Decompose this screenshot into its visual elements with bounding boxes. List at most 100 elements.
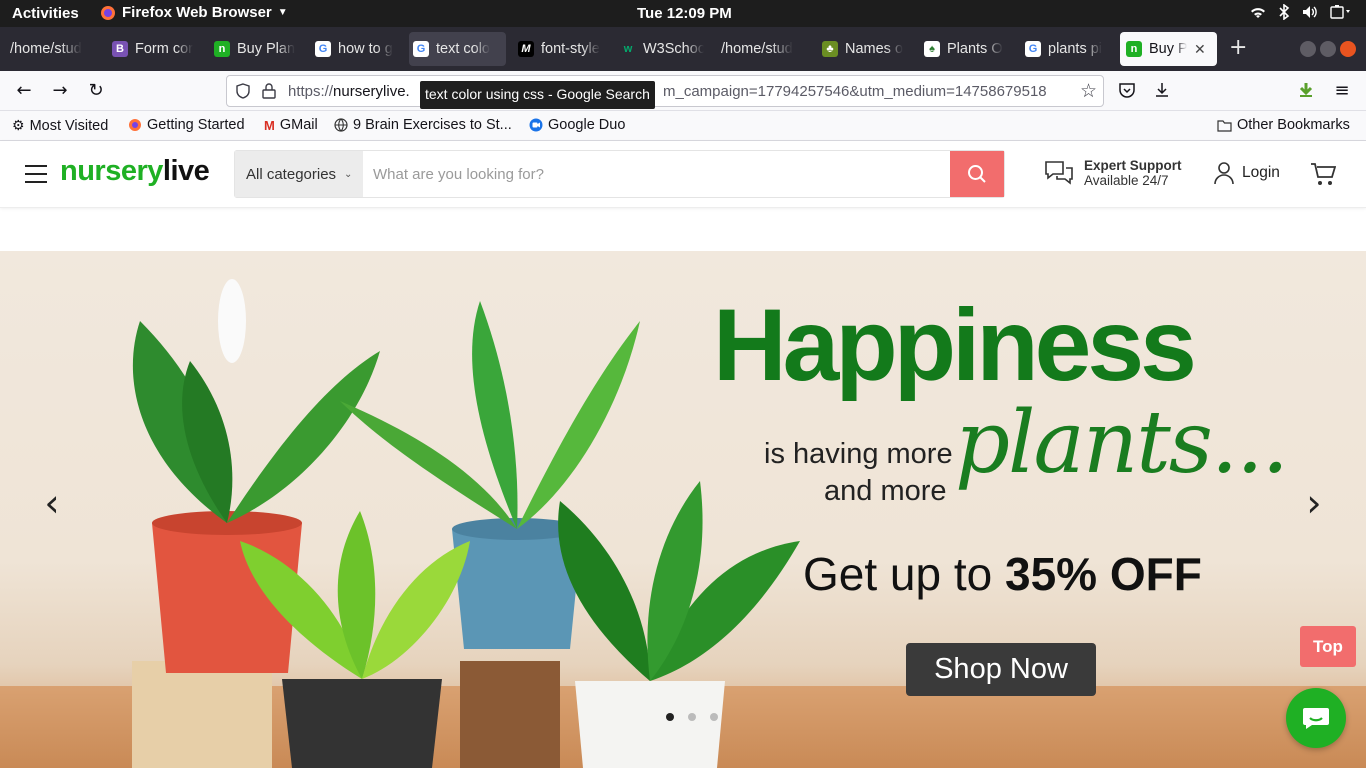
maximize-button[interactable]: [1320, 41, 1336, 57]
carousel-dot-active[interactable]: [666, 713, 674, 721]
duo-icon: [529, 118, 543, 132]
system-top-bar: Activities Firefox Web Browser ▼ Tue 12:…: [0, 0, 1366, 27]
category-select[interactable]: All categories ⌄: [235, 151, 363, 197]
category-label: All categories: [246, 165, 337, 183]
reload-icon[interactable]: ↻: [86, 81, 106, 101]
tab[interactable]: w W3Schoo: [616, 32, 704, 66]
close-window-button[interactable]: [1340, 41, 1356, 57]
tab[interactable]: ♠ Plants O: [920, 32, 1008, 66]
downloads-icon[interactable]: [1152, 81, 1172, 101]
carousel-dot[interactable]: [688, 713, 696, 721]
new-tab-button[interactable]: +: [1229, 37, 1247, 59]
bookmark-label: Getting Started: [147, 117, 245, 133]
back-arrow-icon[interactable]: ←: [14, 81, 34, 101]
cart-icon: [1311, 163, 1337, 185]
login-label: Login: [1242, 164, 1280, 181]
google-icon: G: [1025, 41, 1041, 57]
tab-label: font-style: [541, 41, 600, 57]
bookmark-label: GMail: [279, 117, 318, 133]
tab[interactable]: M font-style: [514, 32, 604, 66]
tab[interactable]: G how to g: [311, 32, 399, 66]
system-tray[interactable]: [1250, 4, 1352, 20]
pocket-icon[interactable]: [1117, 81, 1137, 101]
wifi-icon: [1251, 8, 1265, 18]
user-icon: [1214, 162, 1234, 185]
nurserylive-icon: n: [1126, 41, 1142, 57]
chat-bubbles-icon: [1045, 161, 1073, 185]
app-menu[interactable]: Firefox Web Browser ▼: [100, 4, 288, 21]
url-host: nurserylive.: [333, 83, 410, 100]
bookmark-item[interactable]: M GMail: [264, 117, 318, 133]
search-input[interactable]: [363, 151, 950, 197]
bookmark-label: Most Visited: [29, 117, 109, 134]
extension-download-icon[interactable]: [1296, 81, 1316, 101]
globe-icon: [334, 118, 348, 132]
url-text: https://nurserylive.: [288, 83, 410, 100]
chevron-down-icon: ⌄: [344, 168, 353, 180]
tab[interactable]: /home/stud: [717, 32, 805, 66]
url-bar[interactable]: https://nurserylive. m_campaign=17794257…: [226, 75, 1104, 107]
activities-button[interactable]: Activities: [12, 5, 79, 22]
tab[interactable]: n Buy Plan: [210, 32, 298, 66]
tab-label: Buy Pl: [1149, 41, 1187, 57]
hero-offer: Get up to 35% OFF: [803, 551, 1202, 597]
tree-icon: ♣: [822, 41, 838, 57]
tab[interactable]: G plants pi: [1021, 32, 1109, 66]
app-menu-label: Firefox Web Browser: [122, 4, 272, 21]
other-bookmarks[interactable]: Other Bookmarks: [1217, 117, 1350, 133]
lock-icon[interactable]: [262, 83, 276, 99]
other-bookmarks-label: Other Bookmarks: [1237, 117, 1350, 133]
nurserylive-logo[interactable]: nurserylive: [60, 155, 210, 188]
chevron-down-icon: ▼: [277, 7, 288, 18]
shop-now-button[interactable]: Shop Now: [906, 643, 1096, 696]
close-tab-icon[interactable]: ✕: [1194, 41, 1206, 58]
carousel-dot[interactable]: [710, 713, 718, 721]
hero-subline-1: is having more: [764, 438, 953, 470]
tab-strip: /home/stud B Form cor n Buy Plan G how t…: [0, 27, 1366, 71]
bookmark-item[interactable]: Google Duo: [529, 117, 625, 133]
bookmark-label: Google Duo: [548, 117, 626, 133]
tab[interactable]: G text colo: [409, 32, 506, 66]
bookmark-star-icon[interactable]: ☆: [1075, 80, 1097, 103]
tab-label: how to g: [338, 41, 393, 57]
tab-label: /home/stud: [721, 41, 793, 57]
back-to-top-button[interactable]: Top: [1300, 626, 1356, 667]
login-link[interactable]: Login: [1214, 161, 1280, 185]
hamburger-menu-icon[interactable]: ≡: [1332, 81, 1352, 101]
search-button[interactable]: [950, 151, 1004, 197]
minimize-button[interactable]: [1300, 41, 1316, 57]
clock[interactable]: Tue 12:09 PM: [637, 5, 732, 22]
chat-widget-button[interactable]: [1286, 688, 1346, 748]
menu-icon[interactable]: [25, 165, 47, 183]
tab-active[interactable]: n Buy Pl ✕: [1120, 32, 1217, 66]
tab-label: plants pi: [1048, 41, 1103, 57]
carousel-next-arrow[interactable]: ›: [1302, 484, 1326, 522]
search-icon: [968, 165, 986, 183]
tab[interactable]: B Form cor: [108, 32, 196, 66]
cart-button[interactable]: [1310, 161, 1337, 191]
tracking-shield-icon[interactable]: [235, 83, 251, 99]
bootstrap-icon: B: [112, 41, 128, 57]
tab-label: Buy Plan: [237, 41, 296, 57]
bookmark-label: 9 Brain Exercises to St...: [353, 117, 512, 133]
bookmark-item[interactable]: Getting Started: [128, 117, 245, 133]
url-prefix: https://: [288, 83, 334, 100]
hero-headline: Happiness: [713, 288, 1197, 402]
bookmark-item[interactable]: 9 Brain Exercises to St...: [334, 117, 512, 133]
bookmarks-toolbar: ⚙ Most Visited Getting Started M GMail 9…: [0, 111, 1366, 141]
tab[interactable]: /home/stud: [6, 32, 92, 66]
url-rest: m_campaign=17794257546&utm_medium=147586…: [663, 83, 1047, 100]
tab-label: /home/stud: [10, 41, 82, 57]
carousel-prev-arrow[interactable]: ‹: [40, 484, 64, 522]
logo-part-dark: live: [162, 155, 210, 187]
offer-percent: 35% OFF: [1005, 548, 1202, 600]
chat-icon: [1303, 708, 1329, 729]
hero-subline-2: and more: [824, 475, 947, 507]
expert-support[interactable]: Expert Support Available 24/7: [1044, 158, 1182, 188]
bookmark-item[interactable]: ⚙ Most Visited: [12, 117, 108, 134]
medium-icon: M: [518, 41, 534, 57]
offer-prefix: Get up to: [803, 548, 1006, 600]
forward-arrow-icon[interactable]: →: [50, 81, 70, 101]
gmail-icon: M: [264, 117, 275, 133]
tab[interactable]: ♣ Names o: [818, 32, 906, 66]
